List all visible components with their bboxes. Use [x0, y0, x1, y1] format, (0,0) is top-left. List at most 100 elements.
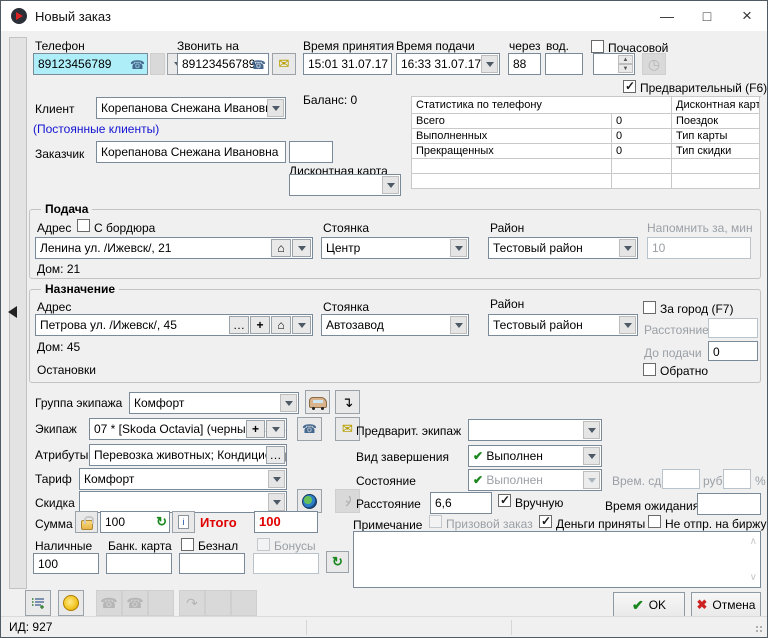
dest-address-dropdown-button[interactable] — [292, 316, 311, 334]
phone-call-icon[interactable]: ☎ — [130, 57, 145, 73]
money-accepted-checkbox[interactable] — [539, 515, 552, 528]
chevron-down-icon[interactable] — [583, 447, 600, 465]
shift-input[interactable] — [662, 469, 700, 489]
submit-time-combo[interactable]: 16:33 31.07.17 — [396, 53, 500, 75]
curb-checkbox[interactable] — [77, 219, 90, 232]
toolbar-blank-button-1[interactable] — [148, 590, 174, 616]
phone-input[interactable]: 89123456789 ☎ — [33, 53, 148, 75]
pickup-stand-combo[interactable]: Центр — [321, 237, 469, 259]
pickup-house-button[interactable]: ⌂ — [271, 239, 291, 257]
bonus-input[interactable] — [253, 553, 319, 574]
hourly-spinner[interactable]: ▲ ▼ — [593, 53, 635, 75]
dest-add-button[interactable]: + — [250, 316, 270, 334]
crew-dropdown-button[interactable] — [266, 420, 285, 438]
crew-group-combo[interactable]: Комфорт — [129, 392, 299, 414]
sum-input[interactable]: 100 ↻ — [100, 511, 170, 533]
wait-time-input[interactable] — [697, 493, 761, 515]
scroll-down-icon[interactable]: ∨ — [750, 572, 757, 583]
card-input[interactable] — [106, 553, 172, 574]
cash-input[interactable]: 100 — [33, 553, 99, 574]
pickup-address-dropdown-button[interactable] — [292, 239, 311, 257]
remind-input[interactable]: 10 — [647, 237, 751, 259]
ok-button[interactable]: ✔ OK — [613, 592, 685, 618]
hangup-button[interactable]: ☎ — [96, 590, 122, 616]
redo-button[interactable]: ↷ — [179, 590, 205, 616]
dest-address-input[interactable]: Петрова ул. /Ижевск/, 45 … + ⌂ — [35, 314, 313, 336]
zones-map-button[interactable] — [297, 489, 322, 513]
maximize-button[interactable]: □ — [687, 1, 727, 31]
recalc-icon[interactable]: ↻ — [156, 514, 167, 530]
pickup-address-input[interactable]: Ленина ул. /Ижевск/, 21 ⌂ — [35, 237, 313, 259]
transfer-order-button[interactable]: ↴ — [335, 390, 360, 414]
state-combo[interactable]: ✔ Выполнен — [468, 469, 602, 491]
phone-extra-button[interactable] — [150, 53, 165, 75]
before-pickup-input[interactable]: 0 — [708, 341, 758, 361]
send-sms-button[interactable]: ✉ — [272, 53, 296, 75]
customer-input[interactable]: Корепанова Снежана Ивановна — [96, 141, 286, 163]
driver-input[interactable] — [545, 53, 583, 75]
pickup-district-combo[interactable]: Тестовый район — [488, 237, 638, 259]
chevron-down-icon[interactable] — [267, 99, 284, 117]
attributes-input[interactable]: Перевозка животных; Кондиционер … — [89, 444, 287, 466]
crew-call-button[interactable]: ☎ — [297, 417, 322, 441]
return-checkbox[interactable] — [643, 363, 656, 376]
minimize-button[interactable]: — — [647, 1, 687, 31]
crew-add-button[interactable]: + — [246, 420, 265, 438]
regular-clients-link[interactable]: (Постоянные клиенты) — [33, 122, 159, 136]
toolbar-blank-button-2[interactable] — [205, 590, 231, 616]
cashless-checkbox[interactable] — [181, 538, 194, 551]
collapse-left-icon[interactable] — [8, 306, 17, 318]
tariff-combo[interactable]: Комфорт — [79, 468, 287, 490]
chevron-down-icon[interactable] — [481, 55, 498, 73]
spinner-buttons[interactable]: ▲ ▼ — [618, 55, 633, 73]
manual-checkbox[interactable] — [498, 494, 511, 507]
dest-more-button[interactable]: … — [229, 316, 249, 334]
scroll-up-icon[interactable]: ∧ — [750, 536, 757, 547]
phone-call-icon[interactable]: ☎ — [251, 57, 266, 73]
out-of-town-checkbox[interactable] — [643, 301, 656, 314]
order-details-button[interactable] — [25, 590, 51, 616]
client-combo[interactable]: Корепанова Снежана Ивановна — [96, 97, 286, 119]
call-to-input[interactable]: 89123456789 ☎ — [177, 53, 269, 75]
chevron-down-icon[interactable] — [619, 239, 636, 257]
chevron-down-icon[interactable] — [619, 316, 636, 334]
bonus-checkbox[interactable] — [257, 538, 270, 551]
alarm-button[interactable]: ◷ — [642, 53, 666, 75]
completion-combo[interactable]: ✔ Выполнен — [468, 445, 602, 467]
chevron-down-icon[interactable] — [280, 394, 297, 412]
dest-distance-input[interactable] — [708, 318, 758, 338]
cashless-input[interactable] — [179, 553, 245, 574]
dest-stand-combo[interactable]: Автозавод — [321, 314, 469, 336]
sum-lock-button[interactable] — [75, 511, 98, 533]
customer-extra-input[interactable] — [289, 141, 333, 163]
resize-grip[interactable] — [756, 626, 764, 634]
accept-time-input[interactable]: 15:01 31.07.17 — [303, 53, 392, 75]
crew-combo[interactable]: 07 * [Skoda Octavia] (черный) с805 + — [89, 418, 287, 440]
chevron-down-icon[interactable] — [450, 316, 467, 334]
no-exchange-checkbox[interactable] — [648, 515, 661, 528]
dest-district-combo[interactable]: Тестовый район — [488, 314, 638, 336]
chevron-down-icon[interactable] — [268, 493, 285, 511]
close-button[interactable]: × — [727, 1, 767, 31]
pre-crew-combo[interactable] — [468, 419, 602, 441]
attributes-more-button[interactable]: … — [266, 446, 285, 464]
sum-info-button[interactable]: i — [172, 511, 195, 533]
discount-combo[interactable] — [79, 491, 287, 513]
chevron-down-icon[interactable] — [268, 470, 285, 488]
prize-checkbox[interactable] — [429, 515, 442, 528]
preliminary-checkbox[interactable] — [623, 80, 636, 93]
dest-house-button[interactable]: ⌂ — [271, 316, 291, 334]
note-textarea[interactable]: ∧ ∨ — [353, 531, 761, 588]
hourly-checkbox[interactable] — [591, 40, 604, 53]
discount-card-combo[interactable] — [289, 174, 401, 196]
payment-coin-button[interactable] — [58, 590, 84, 616]
payments-refresh-button[interactable]: ↻ — [326, 551, 349, 573]
crew-map-button[interactable] — [305, 390, 330, 414]
after-minutes-input[interactable]: 88 — [508, 53, 541, 75]
spin-down-icon[interactable]: ▼ — [618, 64, 633, 73]
cancel-button[interactable]: ✖ Отмена — [691, 592, 761, 618]
chevron-down-icon[interactable] — [583, 421, 600, 439]
toolbar-blank-button-3[interactable] — [231, 590, 257, 616]
rub-input[interactable] — [723, 469, 751, 489]
chevron-down-icon[interactable] — [382, 176, 399, 194]
